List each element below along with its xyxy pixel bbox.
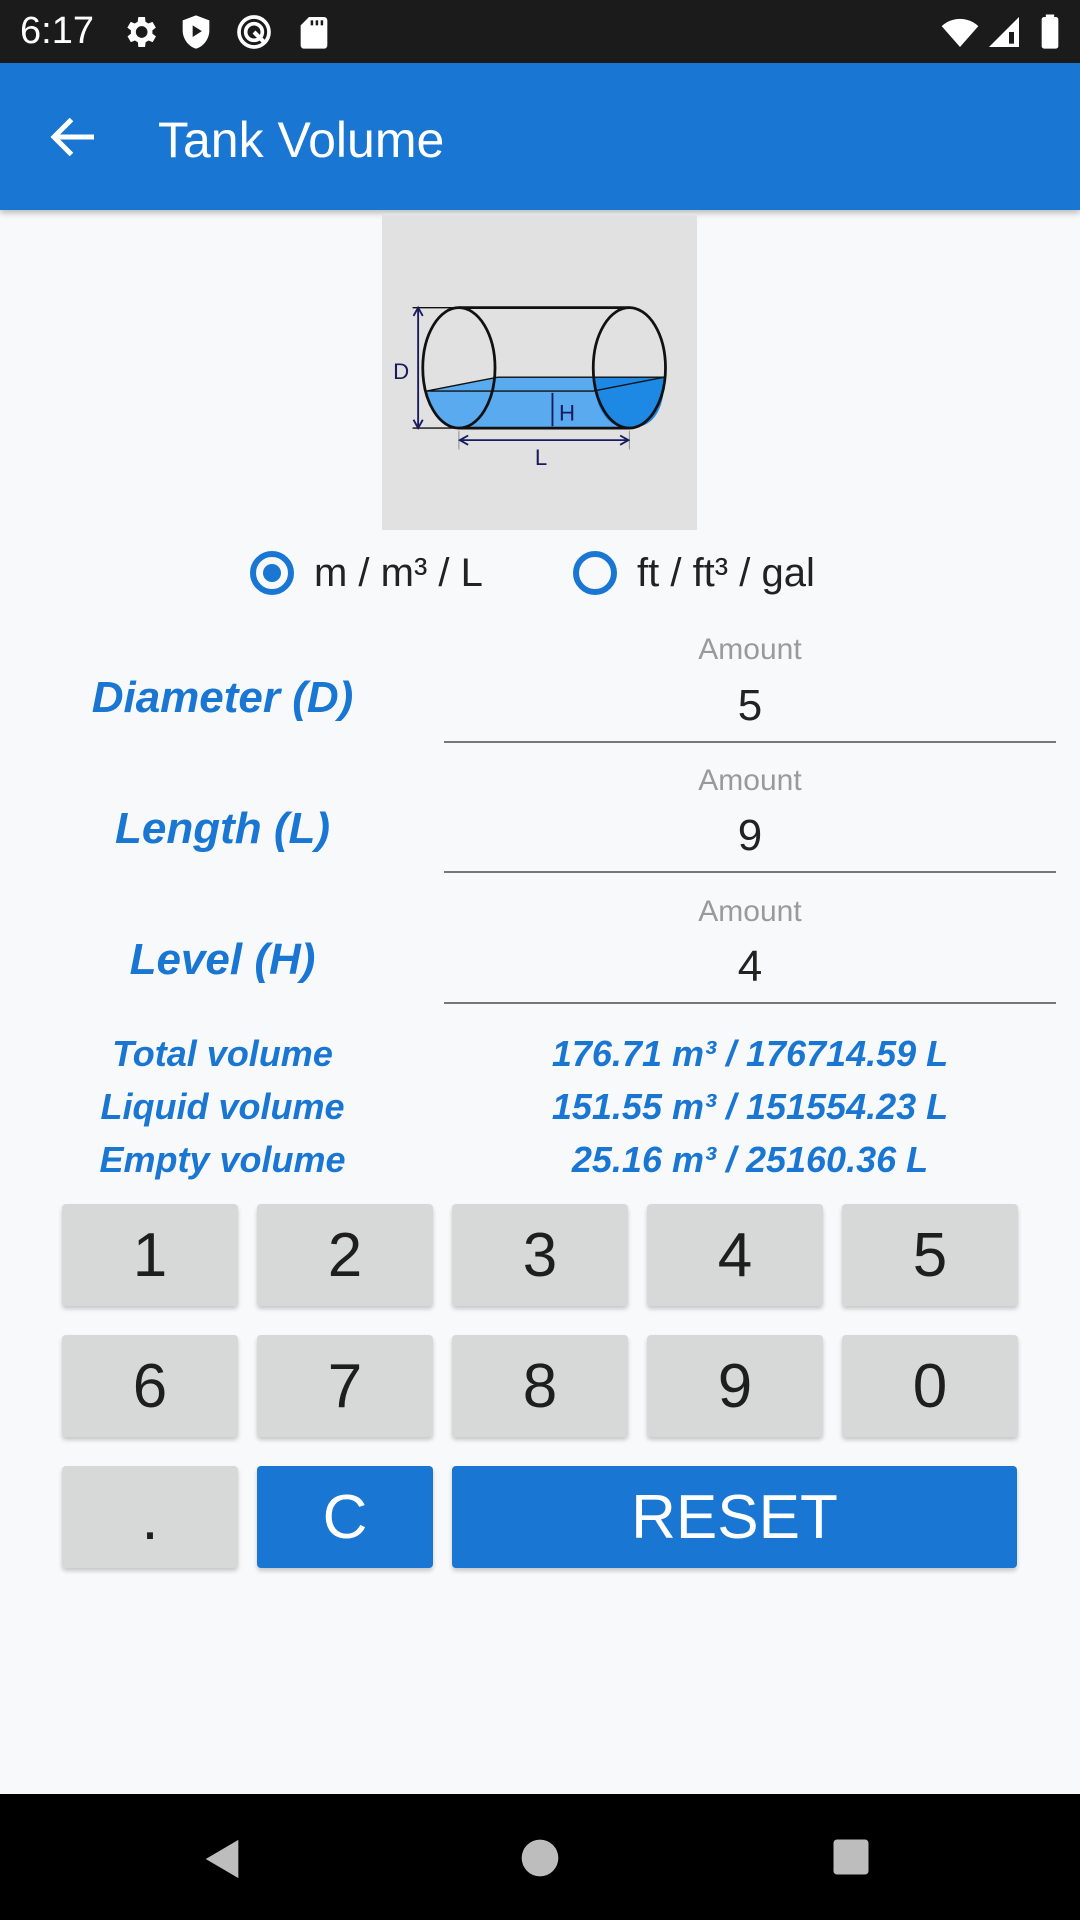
tank-diagram-illustration: D H L [393,305,667,470]
key-2[interactable]: 2 [257,1204,433,1306]
key-4[interactable]: 4 [647,1204,823,1306]
length-label: Length (L) [114,804,331,853]
diameter-label: Diameter (D) [91,673,354,722]
empty-volume-label: Empty volume [99,1139,346,1180]
unit-option-metric[interactable]: m / m³ / L [250,543,483,603]
level-input[interactable] [444,932,1056,1004]
total-volume-value: 176.71 m³ / 176714.59 L [551,1033,949,1074]
arrow-back-icon[interactable] [44,107,104,167]
liquid-volume-value: 151.55 m³ / 151554.23 L [551,1086,949,1127]
signal-icon [989,17,1019,47]
level-label: H [559,401,575,426]
diameter-label: D [393,359,409,384]
length-input[interactable] [444,801,1056,873]
battery-icon [1041,14,1059,49]
reset-button[interactable]: RESET [452,1466,1017,1568]
recents-square-icon[interactable] [830,1836,872,1878]
length-label: L [535,445,547,470]
key-3[interactable]: 3 [452,1204,628,1306]
status-bar: 6:17 [0,0,1080,63]
app-bar: Tank Volume [0,63,1080,210]
diameter-hint: Amount [698,633,802,666]
key-5[interactable]: 5 [842,1204,1018,1306]
key-7[interactable]: 7 [257,1335,433,1437]
sd-card-icon [300,17,328,49]
key-0[interactable]: 0 [842,1335,1018,1437]
empty-volume-value: 25.16 m³ / 25160.36 L [571,1139,929,1180]
tank-diagram: D H L [382,215,697,530]
back-triangle-icon[interactable] [200,1836,246,1882]
navigation-bar [0,1794,1080,1920]
key-9[interactable]: 9 [647,1335,823,1437]
q-logo-icon [237,15,271,49]
key-1[interactable]: 1 [62,1204,238,1306]
clear-button[interactable]: C [257,1466,433,1568]
liquid-volume-label: Liquid volume [100,1086,345,1127]
diameter-input[interactable] [444,671,1056,743]
key-8[interactable]: 8 [452,1335,628,1437]
unit-label-imperial: ft / ft³ / gal [637,550,815,595]
radio-imperial[interactable] [573,551,617,595]
key-6[interactable]: 6 [62,1335,238,1437]
radio-metric[interactable] [250,551,294,595]
status-time: 6:17 [20,10,94,52]
wifi-icon [941,18,979,47]
home-circle-icon[interactable] [518,1836,562,1880]
unit-label-metric: m / m³ / L [314,550,483,595]
unit-option-imperial[interactable]: ft / ft³ / gal [573,543,815,603]
gear-icon [127,17,156,47]
level-hint: Amount [698,895,802,928]
shield-play-icon [182,15,210,49]
length-hint: Amount [698,764,802,797]
page-title: Tank Volume [158,112,445,168]
level-label: Level (H) [129,935,316,984]
key-dot[interactable]: . [62,1466,238,1568]
total-volume-label: Total volume [112,1033,333,1074]
